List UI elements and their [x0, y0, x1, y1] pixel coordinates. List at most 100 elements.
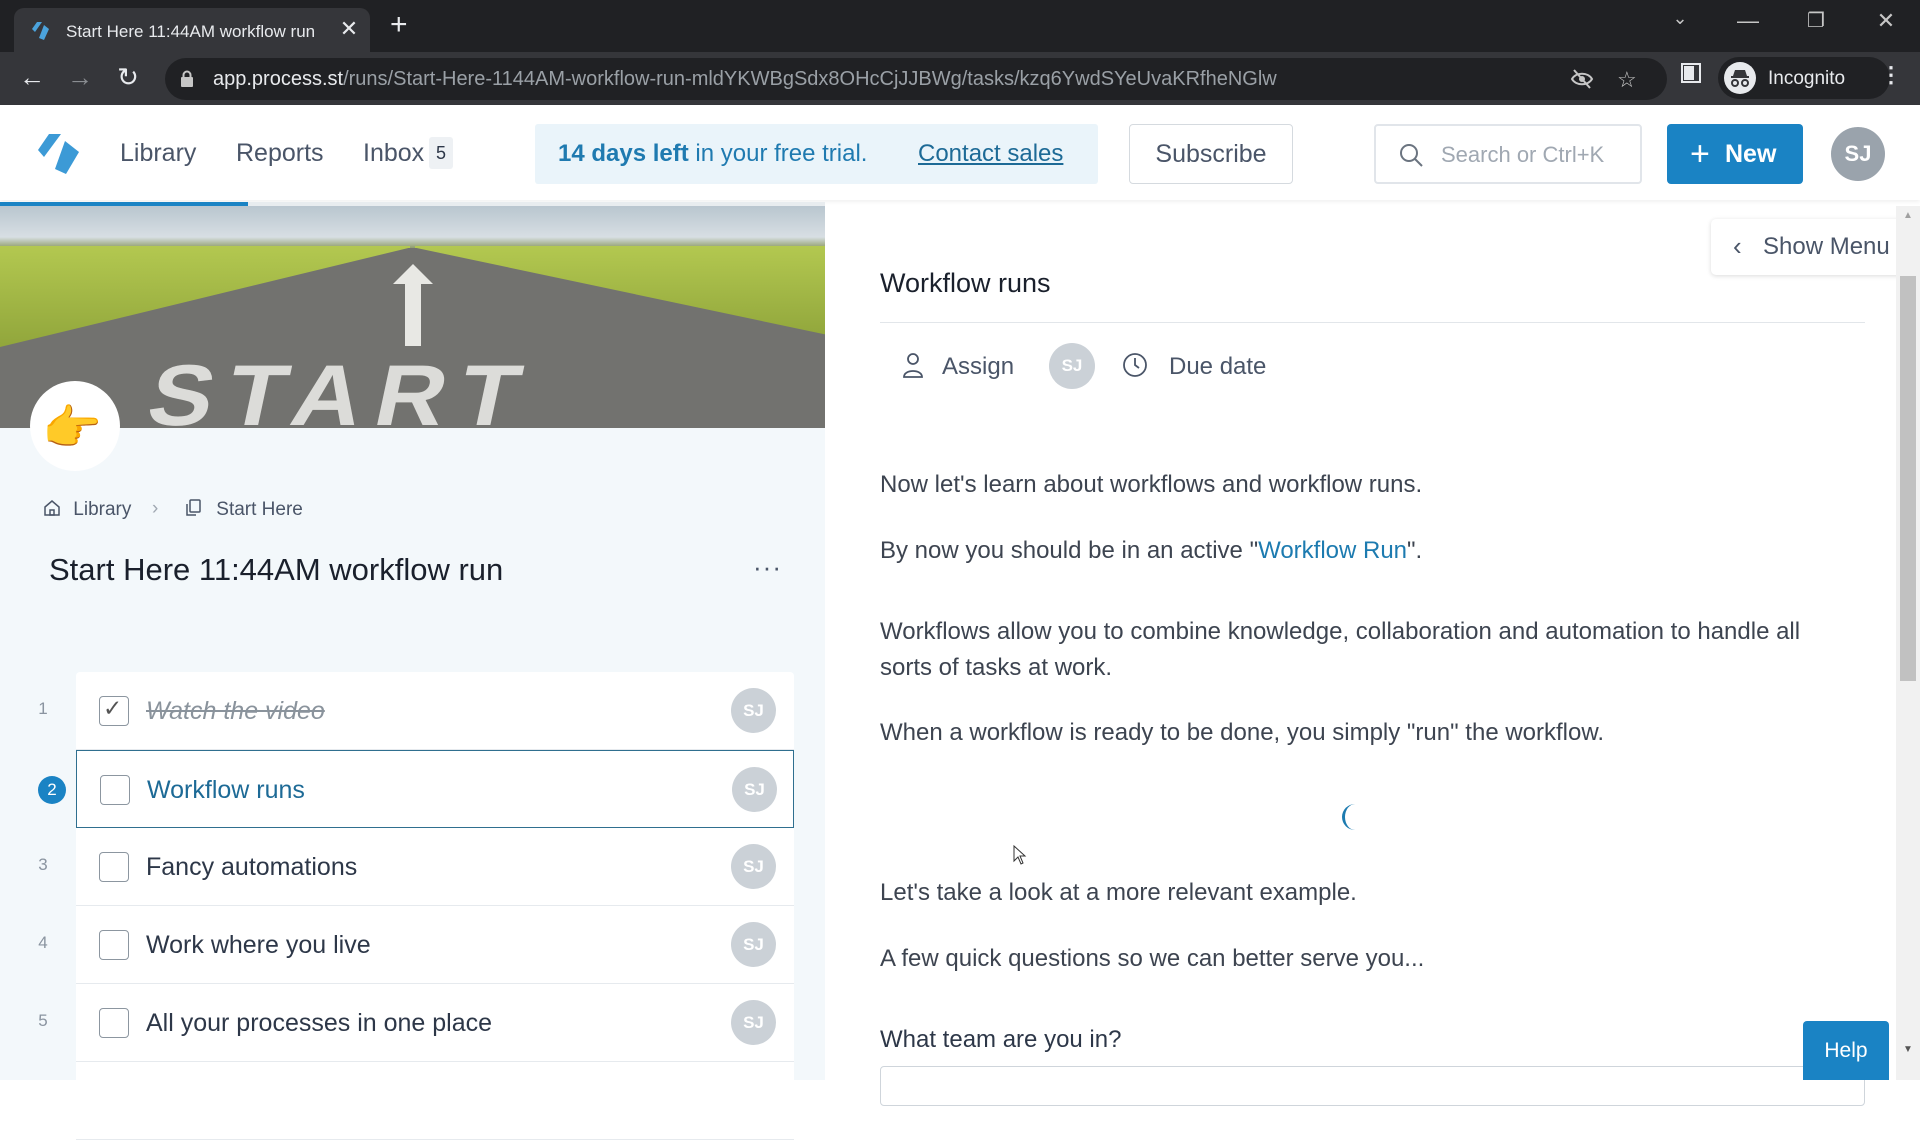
run-sidebar: START 👉 Library › Start Here Start Here …	[0, 206, 825, 1140]
process-street-favicon-icon	[32, 22, 49, 40]
breadcrumb-library[interactable]: Library	[42, 498, 131, 521]
home-icon	[44, 500, 60, 516]
clock-icon	[1123, 353, 1147, 377]
task-assignee-avatar[interactable]: SJ	[731, 922, 776, 967]
breadcrumb-start-here[interactable]: Start Here	[183, 498, 303, 521]
loading-spinner	[1342, 804, 1368, 830]
forward-arrow-icon[interactable]: →	[60, 62, 100, 93]
task-title: Workflow runs	[880, 268, 1051, 298]
more-options-icon[interactable]: ···	[753, 552, 782, 583]
scrollbar-thumb[interactable]	[1900, 276, 1916, 681]
user-avatar[interactable]: SJ	[1831, 127, 1885, 181]
due-date-button[interactable]: Due date	[1169, 353, 1266, 381]
search-placeholder: Search or Ctrl+K	[1441, 142, 1605, 167]
run-progress-fill	[0, 202, 248, 206]
mouse-cursor-icon	[1013, 845, 1027, 865]
nav-inbox[interactable]: Inbox	[363, 139, 424, 168]
assignee-avatar[interactable]: SJ	[1049, 343, 1095, 389]
new-button[interactable]: + New	[1667, 124, 1803, 184]
profile-label: Incognito	[1768, 68, 1846, 89]
start-road-marking: START	[139, 347, 544, 428]
new-tab-button[interactable]: +	[390, 8, 408, 42]
task-label: Workflow runs	[147, 776, 305, 804]
assign-button[interactable]: Assign	[942, 353, 1014, 381]
subscribe-button[interactable]: Subscribe	[1129, 124, 1293, 184]
paragraph: Let's take a look at a more relevant exa…	[880, 879, 1357, 906]
copy-icon	[186, 499, 201, 516]
process-street-logo[interactable]	[34, 131, 86, 177]
team-answer-input[interactable]	[880, 1066, 1865, 1106]
nav-reports[interactable]: Reports	[236, 139, 324, 168]
reload-icon[interactable]: ↻	[108, 62, 148, 93]
browser-tab-strip: Start Here 11:44AM workflow run ✕ + ⌄ — …	[0, 0, 1920, 52]
task-assignee-avatar[interactable]: SJ	[731, 844, 776, 889]
paragraph: By now you should be in an active "Workf…	[880, 537, 1423, 564]
task-assignee-avatar[interactable]: SJ	[731, 688, 776, 733]
contact-sales-link[interactable]: Contact sales	[918, 140, 1063, 168]
paragraph: When a workflow is ready to be done, you…	[880, 719, 1605, 746]
task-row[interactable]: 5 All your processes in one place SJ	[38, 984, 794, 1062]
task-checkbox[interactable]	[99, 1008, 129, 1038]
tab-title: Start Here 11:44AM workflow run	[66, 22, 316, 41]
task-checkbox[interactable]: ✓	[99, 695, 129, 726]
scroll-down-arrow-icon[interactable]: ▼	[1903, 1044, 1913, 1055]
divider	[880, 322, 1865, 323]
address-bar[interactable]: app.process.st/runs/Start-Here-1144AM-wo…	[165, 58, 1667, 100]
side-panel-icon[interactable]	[1680, 62, 1702, 90]
window-close-icon[interactable]: ✕	[1866, 8, 1906, 34]
page-scrollbar[interactable]: ▲ ▼	[1896, 206, 1920, 1080]
task-row-partial[interactable]	[76, 1062, 794, 1140]
workflow-run-link[interactable]: Workflow Run	[1258, 537, 1407, 564]
run-emoji[interactable]: 👉	[30, 381, 120, 471]
checkmark-icon: ✓	[103, 695, 123, 721]
chevron-left-icon: ‹	[1733, 231, 1742, 261]
back-arrow-icon[interactable]: ←	[12, 62, 52, 93]
browser-menu-kebab-icon[interactable]: ⋮	[1880, 62, 1902, 88]
task-checkbox[interactable]	[99, 852, 129, 882]
restore-icon[interactable]: ❐	[1796, 8, 1836, 33]
user-icon	[903, 353, 923, 378]
trial-text: 14 days left in your free trial.	[558, 140, 868, 167]
task-row[interactable]: 1 ✓ Watch the video SJ	[38, 672, 794, 750]
search-icon	[1400, 144, 1423, 167]
task-label: Fancy automations	[146, 853, 358, 881]
minimize-icon[interactable]: —	[1728, 8, 1768, 34]
lock-icon	[181, 70, 193, 87]
pointing-hand-icon: 👉	[42, 402, 102, 455]
run-title[interactable]: Start Here 11:44AM workflow run	[49, 552, 503, 588]
run-progress-bar	[0, 202, 825, 206]
paragraph: Now let's learn about workflows and work…	[880, 471, 1423, 498]
task-label: Watch the video	[146, 697, 325, 725]
nav-library[interactable]: Library	[120, 139, 196, 168]
search-input[interactable]: Search or Ctrl+K	[1374, 124, 1642, 184]
task-assignee-avatar[interactable]: SJ	[732, 767, 777, 812]
browser-tab[interactable]: Start Here 11:44AM workflow run ✕	[14, 8, 370, 52]
task-row-current[interactable]: 2 Workflow runs SJ	[38, 750, 794, 828]
paragraph: Workflows allow you to combine knowledge…	[880, 618, 1801, 681]
eye-off-icon[interactable]	[1570, 67, 1594, 97]
cover-image-start-road: START	[0, 206, 825, 428]
inbox-count-badge: 5	[429, 137, 453, 169]
url-text: app.process.st/runs/Start-Here-1144AM-wo…	[213, 68, 1277, 90]
plus-icon: +	[1690, 135, 1710, 173]
task-checkbox[interactable]	[100, 775, 130, 805]
task-label: Work where you live	[146, 931, 371, 959]
scroll-up-arrow-icon[interactable]: ▲	[1903, 210, 1913, 221]
task-checkbox[interactable]	[99, 930, 129, 960]
paragraph: A few quick questions so we can better s…	[880, 945, 1425, 972]
incognito-profile-button[interactable]: Incognito	[1718, 57, 1890, 99]
close-tab-icon[interactable]: ✕	[337, 16, 361, 42]
browser-toolbar: ← → ↻ app.process.st/runs/Start-Here-114…	[0, 52, 1920, 105]
tab-search-chevron-icon[interactable]: ⌄	[1660, 8, 1700, 29]
breadcrumb-separator-chevron-icon: ›	[152, 498, 159, 519]
form-field-label: What team are you in?	[880, 1026, 1122, 1053]
app-header: Library Reports Inbox 5 14 days left in …	[0, 105, 1920, 200]
task-assignee-avatar[interactable]: SJ	[731, 1000, 776, 1045]
show-menu-button[interactable]: ‹ Show Menu	[1711, 219, 1920, 275]
help-button[interactable]: Help	[1803, 1021, 1889, 1080]
task-row[interactable]: 4 Work where you live SJ	[38, 906, 794, 984]
task-row[interactable]: 3 Fancy automations SJ	[38, 828, 794, 906]
bookmark-star-icon[interactable]: ☆	[1617, 67, 1637, 93]
task-label: All your processes in one place	[146, 1009, 493, 1037]
current-task-badge: 2	[38, 776, 66, 804]
